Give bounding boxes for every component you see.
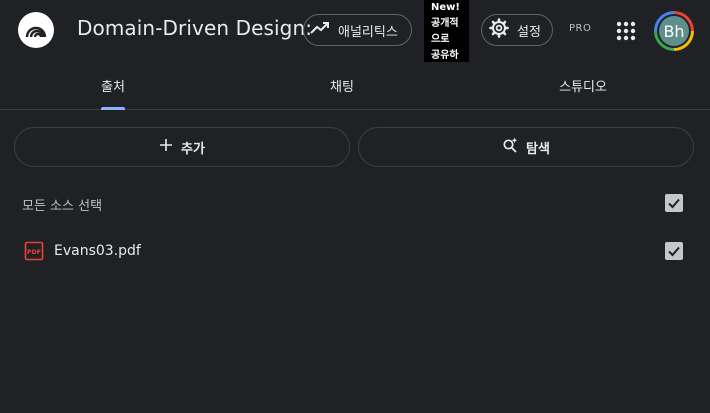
new-share-publicly-badge[interactable]: New! 공개적 으로 공유하 xyxy=(424,0,469,62)
notebooklm-logo-icon[interactable] xyxy=(18,12,54,48)
plus-icon xyxy=(159,138,173,156)
add-source-label: 추가 xyxy=(181,141,205,157)
checkmark-icon xyxy=(668,246,680,257)
settings-label: 설정 xyxy=(517,24,541,40)
panel-tabs: 출처 채팅 스튜디오 xyxy=(0,62,710,110)
checkmark-icon xyxy=(668,198,680,209)
apps-grid-icon[interactable] xyxy=(615,20,637,42)
avatar: Bh xyxy=(657,14,691,48)
account-avatar-button[interactable]: Bh xyxy=(654,11,694,51)
active-tab-indicator xyxy=(101,107,125,110)
new-badge-line: 공개적 xyxy=(431,18,459,29)
select-all-checkbox[interactable] xyxy=(665,194,683,212)
notebook-title[interactable]: Domain-Driven Design: xyxy=(77,16,312,40)
add-source-button[interactable]: 추가 xyxy=(14,127,350,167)
source-name[interactable]: Evans03.pdf xyxy=(54,243,141,259)
new-badge-line: 으로 xyxy=(431,34,450,45)
avatar-initials: Bh xyxy=(659,16,689,46)
analytics-button[interactable]: 애널리틱스 xyxy=(303,14,412,46)
explore-sources-button[interactable]: 탐색 xyxy=(358,127,694,167)
tab-sources[interactable]: 출처 xyxy=(101,76,125,95)
source-checkbox[interactable] xyxy=(665,242,683,260)
gear-icon xyxy=(489,18,509,42)
new-badge-line: 공유하 xyxy=(431,50,459,61)
new-badge-line: New! xyxy=(431,2,460,13)
explore-sources-label: 탐색 xyxy=(526,141,550,157)
tab-chat[interactable]: 채팅 xyxy=(330,76,354,95)
app-header: Domain-Driven Design: 애널리틱스 New! 공개적 으로 … xyxy=(0,0,710,62)
tab-studio[interactable]: 스튜디오 xyxy=(559,76,607,95)
analytics-label: 애널리틱스 xyxy=(338,24,398,40)
pdf-icon: PDF xyxy=(24,241,44,261)
pro-label: PRO xyxy=(569,23,592,34)
trending-up-icon xyxy=(310,21,330,39)
select-all-sources-label: 모든 소스 선택 xyxy=(22,199,103,214)
settings-button[interactable]: 설정 xyxy=(481,14,553,46)
svg-text:PDF: PDF xyxy=(27,249,41,256)
search-sparkle-icon xyxy=(502,137,518,157)
